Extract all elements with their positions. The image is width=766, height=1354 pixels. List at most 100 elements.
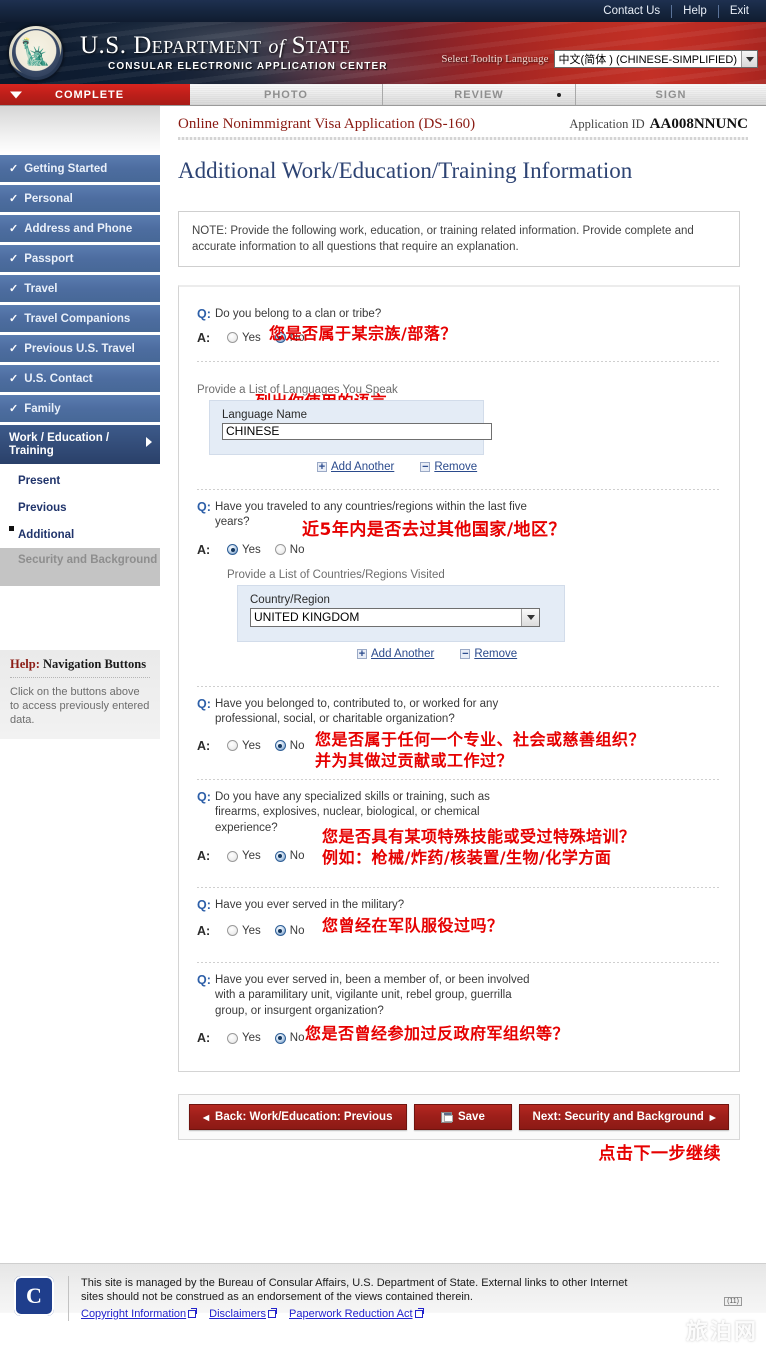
section-divider [197, 887, 721, 888]
add-another-language-link[interactable]: + Add Another [317, 461, 394, 473]
radio-yes[interactable] [227, 544, 238, 555]
question-marker: Q: [197, 307, 211, 321]
radio-no[interactable] [274, 850, 286, 862]
sidebar-item-travel[interactable]: ✓ Travel [0, 275, 160, 303]
application-title: Online Nonimmigrant Visa Application (DS… [178, 116, 476, 132]
radio-option-yes[interactable]: Yes [227, 332, 261, 344]
disclaimers-link[interactable]: Disclaimers [209, 1307, 278, 1321]
sidebar-item-address-and-phone[interactable]: ✓ Address and Phone [0, 215, 160, 243]
tab-sign[interactable]: SIGN [576, 84, 766, 105]
sidebar-item-personal[interactable]: ✓ Personal [0, 185, 160, 213]
sidebar-item-travel-companions[interactable]: ✓ Travel Companions [0, 305, 160, 333]
sidebar-item-us-contact[interactable]: ✓ U.S. Contact [0, 365, 160, 393]
sidebar-subitem-present[interactable]: Present [0, 467, 160, 494]
radio-no[interactable] [274, 544, 286, 555]
radio-option-yes[interactable]: Yes [227, 925, 261, 937]
back-button[interactable]: ◂ Back: Work/Education: Previous [189, 1104, 407, 1130]
radio-yes-label: Yes [242, 850, 261, 862]
remove-label[interactable]: Remove [434, 461, 477, 473]
country-region-select[interactable]: UNITED KINGDOM [250, 607, 540, 627]
radio-yes[interactable] [227, 925, 238, 936]
radio-yes[interactable] [227, 332, 238, 343]
sidebar-item-passport[interactable]: ✓ Passport [0, 245, 160, 273]
help-title-prefix: Help: [10, 657, 40, 671]
sidebar-item-family[interactable]: ✓ Family [0, 395, 160, 423]
radio-yes[interactable] [227, 740, 238, 751]
chevron-down-icon[interactable] [521, 608, 539, 626]
next-button-label: Next: Security and Background [532, 1111, 704, 1123]
remove-label[interactable]: Remove [474, 648, 517, 660]
language-name-input[interactable]: CHINESE [222, 422, 492, 440]
radio-group-military: Yes No [215, 925, 304, 937]
question-marker: Q: [197, 499, 211, 514]
plus-icon: + [317, 460, 327, 473]
question-text: Have you ever served in, been a member o… [215, 973, 530, 1017]
radio-option-yes[interactable]: Yes [227, 850, 261, 862]
chevron-down-icon[interactable] [741, 51, 757, 67]
radio-option-no[interactable]: No [274, 850, 305, 862]
sidebar-item-work-education-training[interactable]: Work / Education / Training [0, 425, 160, 465]
exit-link[interactable]: Exit [719, 5, 760, 17]
tooltip-language-label: Select Tooltip Language [441, 53, 549, 65]
remove-language-link[interactable]: − Remove [420, 461, 477, 473]
eagle-glyph: 🗽 [20, 38, 52, 67]
check-icon: ✓ [9, 313, 19, 325]
check-icon: ✓ [9, 163, 19, 175]
main-content: Online Nonimmigrant Visa Application (DS… [160, 106, 766, 1164]
radio-no[interactable] [274, 1032, 286, 1044]
check-icon: ✓ [9, 223, 19, 235]
title-state-cap: S [291, 32, 307, 59]
add-another-label[interactable]: Add Another [331, 461, 394, 473]
sidebar-item-previous-us-travel[interactable]: ✓ Previous U.S. Travel [0, 335, 160, 363]
add-another-label[interactable]: Add Another [371, 648, 434, 660]
remove-country-link[interactable]: − Remove [460, 648, 517, 660]
tab-photo[interactable]: PHOTO [190, 84, 383, 105]
radio-option-yes[interactable]: Yes [227, 544, 261, 556]
radio-yes[interactable] [227, 850, 238, 862]
check-icon: ✓ [9, 403, 19, 415]
tab-photo-label: PHOTO [264, 88, 308, 101]
radio-no-label: No [289, 924, 305, 937]
radio-no-label: No [289, 850, 305, 862]
save-button[interactable]: Save [413, 1104, 513, 1130]
radio-option-yes[interactable]: Yes [227, 740, 261, 752]
section-divider [197, 488, 721, 490]
tooltip-language-group: Select Tooltip Language 中文(简体 ) (CHINESE… [441, 50, 758, 68]
plus-icon: + [357, 647, 367, 660]
next-button[interactable]: Next: Security and Background ▸ [519, 1104, 729, 1130]
question-block-countries-visited: Q: Have you traveled to any countries/re… [197, 494, 721, 668]
add-another-country-link[interactable]: + Add Another [357, 648, 434, 660]
tooltip-language-select[interactable]: 中文(简体 ) (CHINESE-SIMPLIFIED) [553, 50, 758, 68]
copyright-information-link[interactable]: Copyright Information [81, 1307, 198, 1321]
watermark: 旅泊网 [685, 1320, 758, 1345]
radio-no[interactable] [274, 740, 286, 751]
sidebar-item-label: Security and Background [18, 554, 158, 566]
annotation-specialized-skills-line2: 例如：枪械/炸药/核装置/生物/化学方面 [322, 847, 612, 867]
footer-disclaimer: This site is managed by the Bureau of Co… [68, 1276, 627, 1321]
radio-yes[interactable] [227, 1032, 238, 1044]
annotation-clan-tribe: 您是否属于某宗族/部落？ [269, 324, 457, 343]
country-region-label: Country/Region [250, 593, 330, 606]
radio-option-no[interactable]: No [274, 1032, 304, 1044]
help-link[interactable]: Help [672, 5, 718, 17]
sidebar-item-label: Work / Education / Training [9, 431, 110, 457]
sidebar-subitem-label: Previous [18, 501, 67, 514]
sidebar-item-getting-started[interactable]: ✓ Getting Started [0, 155, 160, 183]
radio-option-no[interactable]: No [274, 924, 305, 937]
contact-us-link[interactable]: Contact Us [592, 5, 671, 17]
radio-option-no[interactable]: No [274, 740, 304, 752]
radio-option-no[interactable]: No [274, 544, 304, 556]
question-row: Q: Have you ever served in, been a membe… [197, 973, 721, 1020]
help-title-text: Navigation Buttons [42, 657, 147, 671]
sidebar-subitem-additional[interactable]: Additional [0, 521, 160, 548]
tab-complete[interactable]: COMPLETE [0, 84, 190, 105]
radio-no[interactable] [274, 925, 286, 936]
application-id-label: Application ID [569, 117, 645, 131]
radio-option-yes[interactable]: Yes [227, 1032, 261, 1044]
tab-review[interactable]: REVIEW [383, 84, 576, 105]
seal-letter: C [26, 1283, 42, 1308]
paperwork-reduction-act-link[interactable]: Paperwork Reduction Act [289, 1307, 424, 1321]
sidebar-subitem-previous[interactable]: Previous [0, 494, 160, 521]
help-box-title: Help: Navigation Buttons [10, 657, 150, 678]
footer-line-2: sites should not be construed as an endo… [81, 1291, 473, 1303]
